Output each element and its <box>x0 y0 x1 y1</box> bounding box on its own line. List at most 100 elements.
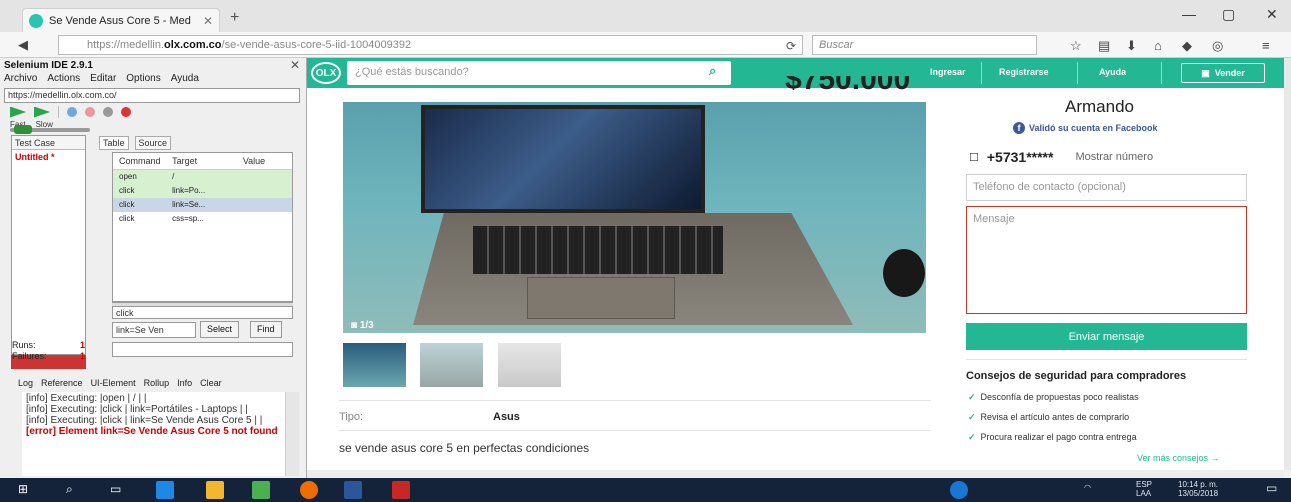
help-tray-icon[interactable] <box>950 481 968 499</box>
thumbnail[interactable] <box>343 343 406 387</box>
more-tips-link[interactable]: Ver más consejos → <box>1137 453 1220 463</box>
runs-label: Runs: <box>12 340 36 350</box>
phone-row: ☐ +5731***** Mostrar número <box>969 149 1153 165</box>
test-case-item[interactable]: Untitled * <box>12 150 85 164</box>
ide-menu-help[interactable]: Ayuda <box>171 73 199 84</box>
tab-reference[interactable]: Reference <box>41 378 83 390</box>
windows-start-icon[interactable]: ⊞ <box>18 482 28 496</box>
ide-base-url-input[interactable]: https://medellin.olx.com.co/ <box>4 88 300 103</box>
tab-ui-element[interactable]: UI-Element <box>91 378 136 390</box>
send-message-button[interactable]: Enviar mensaje <box>966 323 1247 350</box>
wifi-icon[interactable]: ◠ <box>1084 483 1091 492</box>
target-input[interactable]: link=Se Ven <box>112 322 196 338</box>
safety-tips-title: Consejos de seguridad para compradores <box>966 370 1187 382</box>
store-icon[interactable] <box>252 481 270 499</box>
task-view-icon[interactable]: ▭ <box>110 482 121 496</box>
firefox-icon[interactable] <box>300 481 318 499</box>
show-number-link[interactable]: Mostrar número <box>1075 151 1153 163</box>
olx-search-input[interactable]: ¿Qué estás buscando? <box>347 61 731 85</box>
pause-icon[interactable] <box>67 107 77 117</box>
file-explorer-icon[interactable] <box>206 481 224 499</box>
table-row[interactable]: open / <box>113 170 292 184</box>
language-layout: LAA <box>1136 489 1152 498</box>
tab-rollup[interactable]: Rollup <box>144 378 170 390</box>
listing-photo[interactable]: ◙ 1/3 <box>343 102 926 333</box>
speed-slider-knob[interactable] <box>14 125 32 134</box>
olx-logo[interactable]: OLX <box>311 62 341 84</box>
log-line: [info] Executing: |click | link=Portátil… <box>26 404 248 415</box>
notifications-icon[interactable]: ▭ <box>1266 481 1277 495</box>
back-icon[interactable]: ◀ <box>18 37 28 53</box>
browser-tab[interactable]: Se Vende Asus Core 5 - Med ✕ <box>22 8 220 32</box>
ide-close-icon[interactable]: ✕ <box>290 58 300 72</box>
extension-icon[interactable]: ◎ <box>1212 38 1223 54</box>
nav-divider <box>981 62 982 84</box>
runs-value: 1 <box>80 340 86 350</box>
cell-value <box>243 186 290 196</box>
url-prefix: https://medellin. <box>87 39 165 51</box>
word-icon[interactable] <box>344 481 362 499</box>
nav-register[interactable]: Registrarse <box>999 67 1049 77</box>
clear-log-button[interactable]: Clear <box>200 378 222 390</box>
acrobat-icon[interactable] <box>392 481 410 499</box>
home-icon[interactable]: ⌂ <box>1154 38 1162 53</box>
download-icon[interactable]: ⬇ <box>1126 38 1137 54</box>
type-value: Asus <box>493 411 520 423</box>
nav-help[interactable]: Ayuda <box>1099 67 1126 77</box>
reading-list-icon[interactable]: ▤ <box>1098 38 1110 54</box>
bookmark-star-icon[interactable]: ☆ <box>1070 38 1082 54</box>
ide-toolbar <box>10 106 131 118</box>
rollup-icon[interactable] <box>85 107 95 117</box>
ide-menu-options[interactable]: Options <box>126 73 160 84</box>
log-scrollbar[interactable] <box>285 392 299 476</box>
test-case-header: Test Case <box>12 136 85 150</box>
nav-divider <box>1077 62 1078 84</box>
play-suite-icon[interactable] <box>10 106 26 118</box>
search-icon[interactable]: ⌕ <box>709 63 716 79</box>
select-button[interactable]: Select <box>200 321 240 338</box>
page-horizontal-scrollbar[interactable] <box>307 470 1284 478</box>
close-tab-icon[interactable]: ✕ <box>203 14 213 28</box>
message-textarea[interactable]: Mensaje <box>966 206 1247 314</box>
listing-description: se vende asus core 5 en perfectas condic… <box>339 441 590 455</box>
clock[interactable]: 10:14 p. m. 13/05/2018 <box>1178 480 1218 498</box>
browser-search-input[interactable]: Buscar <box>812 35 1037 55</box>
ide-menu-actions[interactable]: Actions <box>47 73 80 84</box>
maximize-icon[interactable]: ▢ <box>1222 6 1235 23</box>
table-row[interactable]: click css=sp... <box>113 212 292 226</box>
phone-icon: ☐ <box>969 151 979 164</box>
table-row[interactable]: click link=Se... <box>113 198 292 212</box>
edge-icon[interactable] <box>156 481 174 499</box>
browser-nav-bar: ◀ https://medellin.olx.com.co/se-vende-a… <box>0 32 1291 58</box>
play-test-icon[interactable] <box>34 106 50 118</box>
log-tabs: Log Reference UI-Element Rollup Info Cle… <box>0 376 300 392</box>
schedule-icon[interactable] <box>103 107 113 117</box>
find-button[interactable]: Find <box>250 321 282 338</box>
language-indicator[interactable]: ESP LAA <box>1136 480 1152 498</box>
tab-log[interactable]: Log <box>18 378 33 390</box>
tab-table[interactable]: Table <box>99 136 129 150</box>
nav-login[interactable]: Ingresar <box>930 67 966 77</box>
cell-target: link=Po... <box>172 186 206 195</box>
ide-menu-file[interactable]: Archivo <box>4 73 37 84</box>
command-input[interactable]: click <box>112 306 293 319</box>
table-row[interactable]: click link=Po... <box>113 184 292 198</box>
close-window-icon[interactable]: ✕ <box>1266 6 1278 23</box>
thumbnail[interactable] <box>498 343 561 387</box>
thumbnail[interactable] <box>420 343 483 387</box>
log-filter-info[interactable]: Info <box>177 378 192 390</box>
sell-button[interactable]: ▣ Vender <box>1181 63 1265 83</box>
menu-icon[interactable]: ≡ <box>1262 38 1270 53</box>
minimize-icon[interactable]: — <box>1182 6 1196 22</box>
ide-menu-edit[interactable]: Editar <box>90 73 116 84</box>
new-tab-icon[interactable]: + <box>230 9 239 27</box>
value-input[interactable] <box>112 342 293 357</box>
reload-icon[interactable]: ⟳ <box>786 39 796 53</box>
contact-phone-input[interactable]: Teléfono de contacto (opcional) <box>966 174 1247 201</box>
search-icon[interactable]: ⌕ <box>66 482 73 497</box>
page-vertical-scrollbar[interactable] <box>1284 58 1291 470</box>
pocket-icon[interactable]: ◆ <box>1182 38 1192 54</box>
record-icon[interactable] <box>121 107 131 117</box>
url-bar[interactable]: https://medellin.olx.com.co/se-vende-asu… <box>58 35 803 55</box>
tab-source[interactable]: Source <box>134 136 172 150</box>
